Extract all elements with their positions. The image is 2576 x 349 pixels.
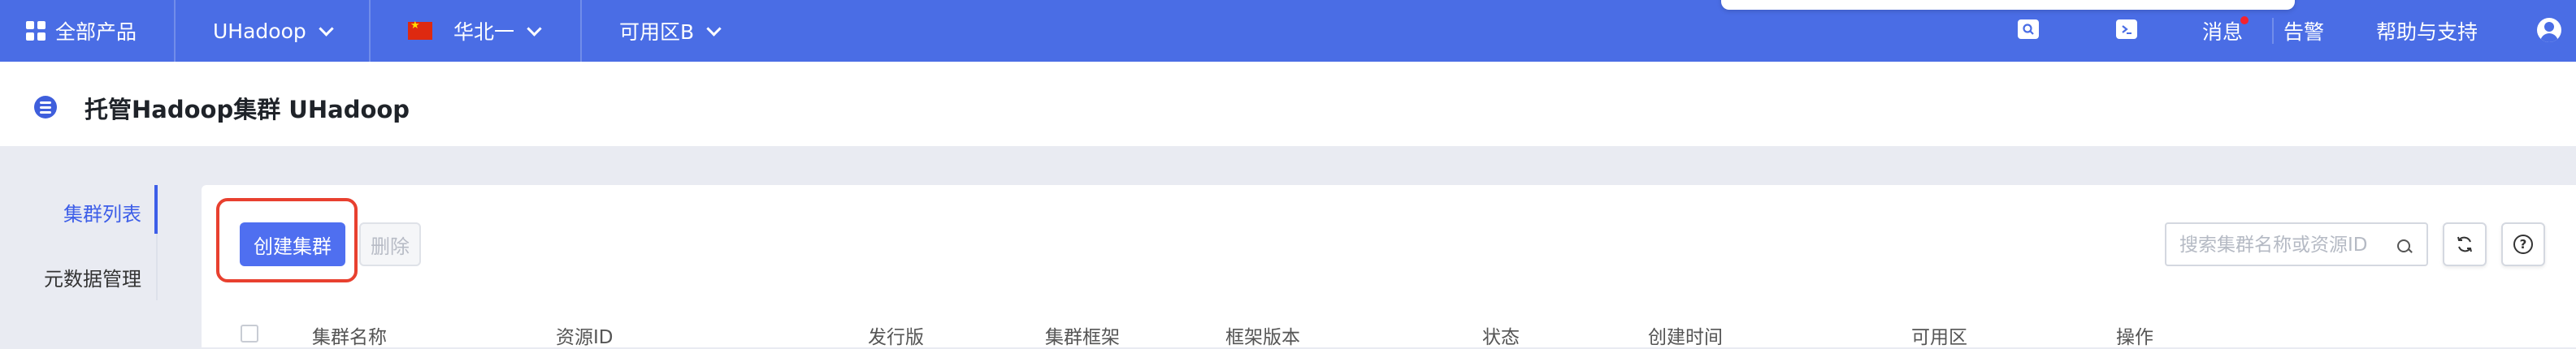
sidebar-divider — [156, 234, 158, 300]
all-products-label: 全部产品 — [55, 20, 137, 44]
column-header[interactable]: 框架版本 — [1225, 321, 1300, 349]
product-selector[interactable]: UHadoop — [213, 0, 334, 62]
list-menu-icon — [34, 96, 57, 118]
alerts-link[interactable]: 告警 — [2283, 0, 2324, 62]
column-header[interactable]: 发行版 — [868, 321, 924, 349]
nav-divider — [174, 0, 176, 62]
terminal-icon[interactable] — [2116, 19, 2137, 39]
refresh-button[interactable] — [2443, 222, 2487, 266]
help-icon: ? — [2513, 235, 2533, 254]
messages-label: 消息 — [2202, 20, 2244, 44]
chevron-down-icon — [319, 20, 334, 37]
delete-button[interactable]: 删除 — [359, 222, 421, 266]
nav-divider — [2272, 18, 2274, 44]
search-box[interactable] — [2165, 222, 2428, 266]
all-products-menu[interactable]: 全部产品 — [26, 0, 137, 62]
chevron-down-icon — [706, 20, 722, 37]
alerts-label: 告警 — [2283, 20, 2325, 44]
sidebar-item-cluster-list[interactable]: 集群列表 — [63, 198, 141, 226]
select-all-checkbox[interactable] — [241, 325, 258, 343]
top-nav-bar: 全部产品 UHadoop 华北一 可用区B 消息 告警 帮助与支持 — [0, 0, 2576, 62]
search-icon[interactable] — [2397, 239, 2410, 252]
zone-selector[interactable]: 可用区B — [619, 0, 722, 62]
column-header[interactable]: 操作 — [2116, 321, 2153, 349]
create-cluster-button[interactable]: 创建集群 — [240, 222, 345, 266]
column-header[interactable]: 创建时间 — [1648, 321, 1723, 349]
column-header[interactable]: 资源ID — [556, 321, 614, 349]
help-support-link[interactable]: 帮助与支持 — [2376, 0, 2478, 62]
chevron-down-icon — [527, 20, 542, 37]
apps-grid-icon — [26, 21, 46, 41]
refresh-icon — [2457, 236, 2472, 252]
unread-badge — [2240, 16, 2249, 24]
column-header[interactable]: 可用区 — [1911, 321, 1967, 349]
column-header[interactable]: 集群名称 — [312, 321, 387, 349]
column-header[interactable]: 状态 — [1482, 321, 1520, 349]
sidebar-active-indicator — [154, 185, 158, 234]
search-input[interactable] — [2178, 232, 2392, 258]
column-header[interactable]: 集群框架 — [1045, 321, 1120, 349]
region-selector[interactable]: 华北一 — [408, 0, 542, 62]
help-button[interactable]: ? — [2501, 222, 2545, 266]
region-label: 华北一 — [453, 20, 515, 44]
nav-divider — [369, 0, 371, 62]
sidebar-item-metadata[interactable]: 元数据管理 — [44, 263, 141, 291]
product-label: UHadoop — [213, 19, 306, 43]
zone-label: 可用区B — [619, 20, 695, 44]
user-avatar-icon[interactable] — [2537, 18, 2561, 42]
nav-divider — [580, 0, 582, 62]
china-flag-icon — [408, 19, 432, 40]
page-title: 托管Hadoop集群 UHadoop — [85, 96, 410, 123]
messages-link[interactable]: 消息 — [2202, 0, 2243, 62]
help-support-label: 帮助与支持 — [2376, 20, 2478, 44]
search-icon[interactable] — [2018, 19, 2039, 39]
